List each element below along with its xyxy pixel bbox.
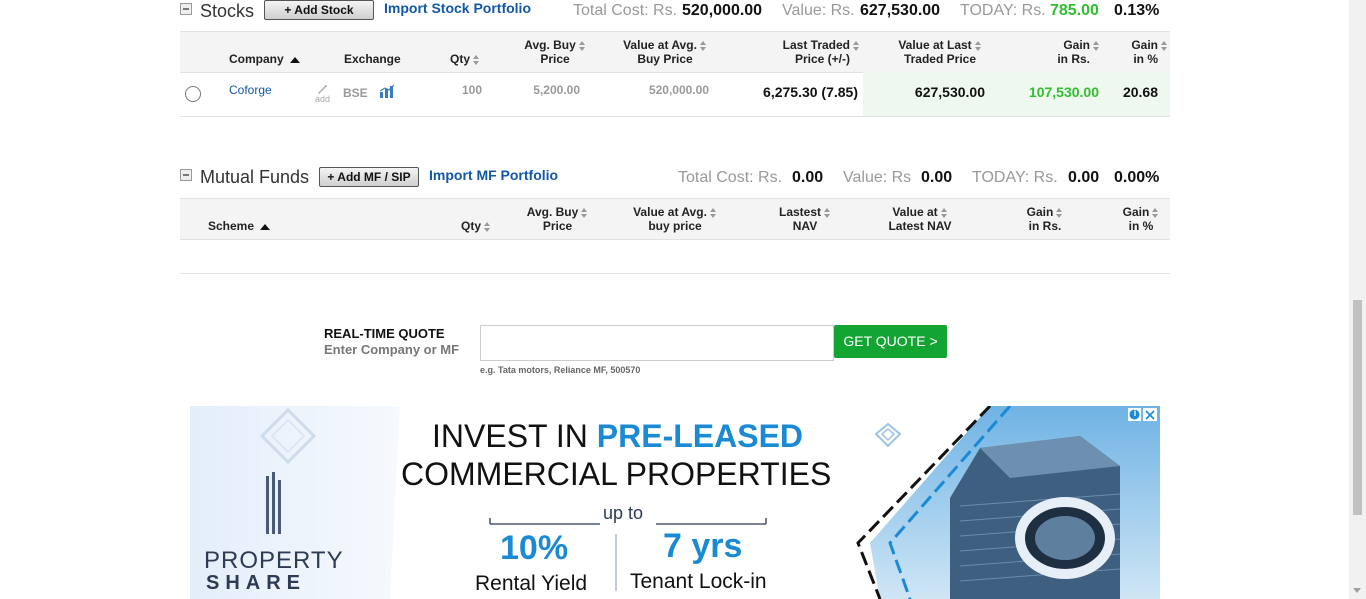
mf-total-cost-label: Total Cost: Rs. (678, 169, 783, 186)
value-avg-value: 520,000.00 (648, 83, 709, 97)
ad-stat2-value: 7 yrs (663, 527, 743, 565)
sort-icon (974, 40, 982, 51)
mf-value-amount: 0.00 (921, 169, 953, 186)
sort-icon (581, 207, 588, 218)
ad-banner[interactable]: i PROPERTY SHARE INVEST IN PRE-LEASED CO… (190, 406, 1160, 599)
col-gain-pct[interactable]: Gain in % (1110, 205, 1172, 233)
exchange-value: BSE (343, 86, 368, 100)
col-company[interactable]: Company (229, 52, 300, 66)
sort-icon (699, 40, 707, 51)
stocks-collapse-toggle[interactable] (180, 3, 192, 15)
sort-icon (853, 40, 860, 51)
stocks-section-title: Stocks (200, 1, 255, 21)
quote-subtitle: Enter Company or MF (324, 342, 460, 357)
sort-icon (1093, 40, 1100, 51)
mf-value-label: Value: Rs (843, 169, 912, 186)
sort-icon (484, 221, 491, 232)
chart-icon[interactable] (379, 84, 395, 98)
mf-table-header: Scheme Qty Avg. Buy Price Value at Avg. bu… (180, 198, 1170, 240)
col-qty[interactable]: Qty (461, 219, 491, 233)
sort-asc-icon (289, 56, 300, 63)
stocks-total-cost-value: 520,000.00 (682, 2, 763, 19)
qty-value: 100 (461, 83, 482, 97)
ad-headline-1: INVEST IN PRE-LEASED (432, 418, 804, 454)
ad-stat2-label: Tenant Lock-in (630, 570, 767, 593)
col-value-avg-buy[interactable]: Value at Avg. buy price (620, 205, 730, 233)
add-mf-sip-button[interactable]: + Add MF / SIP (319, 167, 419, 187)
quote-search-input[interactable] (480, 325, 834, 361)
sort-icon (709, 207, 717, 218)
table-row: Coforge add BSE 100 5,200.00 520,000.00 … (180, 72, 1170, 117)
edit-pencil-icon[interactable] (316, 82, 328, 94)
ad-brand-line1: PROPERTY (204, 547, 344, 574)
quote-title: REAL-TIME QUOTE (324, 326, 445, 341)
scroll-down-arrow-icon[interactable] (1353, 588, 1361, 593)
add-note[interactable]: add (315, 94, 330, 104)
col-gain-rs[interactable]: Gain in Rs. (1010, 205, 1080, 233)
sort-icon (578, 40, 586, 51)
ad-info-icon[interactable]: i (1131, 408, 1139, 418)
sort-asc-icon (260, 223, 271, 230)
sort-icon (940, 207, 948, 218)
sort-icon (473, 54, 480, 65)
gain-pct-value: 20.68 (1122, 84, 1158, 100)
col-qty[interactable]: Qty (450, 52, 480, 66)
avg-buy-value: 5,200.00 (533, 83, 580, 97)
col-scheme[interactable]: Scheme (208, 219, 271, 233)
col-gain-rs[interactable]: Gain in Rs. (1040, 38, 1100, 66)
sort-icon (1056, 207, 1063, 218)
quote-hint: e.g. Tata motors, Reliance MF, 500570 (480, 365, 641, 375)
col-gain-pct[interactable]: Gain in % (1110, 38, 1168, 66)
col-value-avg-buy[interactable]: Value at Avg. Buy Price (610, 38, 720, 66)
ad-close-icon[interactable] (1143, 408, 1157, 421)
col-value-latest-nav[interactable]: Value at Latest NAV (870, 205, 970, 233)
get-quote-button[interactable]: GET QUOTE > (834, 325, 947, 358)
mf-section-title: Mutual Funds (200, 167, 310, 187)
ad-stat1-value: 10% (500, 529, 569, 567)
mf-collapse-toggle[interactable] (180, 169, 192, 181)
page-scrollbar[interactable] (1349, 0, 1366, 599)
value-ltp-value: 627,530.00 (914, 84, 985, 100)
stocks-value-label: Value: Rs. (782, 2, 855, 19)
sort-icon (824, 207, 831, 218)
scrollbar-thumb[interactable] (1353, 300, 1362, 515)
gain-rs-value: 107,530.00 (1028, 84, 1099, 100)
stocks-today-label: TODAY: Rs. (960, 2, 1046, 19)
sort-icon (1152, 207, 1159, 218)
ad-brand-line2: SHARE (206, 572, 307, 594)
import-stock-portfolio-link[interactable]: Import Stock Portfolio (384, 0, 531, 16)
mf-total-cost-value: 0.00 (792, 169, 824, 186)
mf-today-value: 0.00 (1068, 169, 1100, 186)
import-mf-portfolio-link[interactable]: Import MF Portfolio (429, 167, 558, 183)
mf-today-label: TODAY: Rs. (972, 169, 1058, 186)
company-link[interactable]: Coforge (229, 83, 272, 97)
row-select-radio[interactable] (185, 86, 201, 102)
ad-upto: up to (603, 503, 644, 523)
ltp-value: 6,275.30 (7.85) (763, 84, 858, 100)
col-avg-buy-price[interactable]: Avg. Buy Price (510, 205, 605, 233)
stocks-table-header: Company Exchange Qty Avg. Buy Price Value… (180, 31, 1170, 73)
sort-icon (1161, 40, 1168, 51)
mf-today-percent: 0.00% (1114, 169, 1160, 186)
col-last-traded-price[interactable]: Last Traded Price (+/-) (750, 38, 860, 66)
add-stock-button[interactable]: + Add Stock (264, 0, 374, 20)
col-avg-buy-price[interactable]: Avg. Buy Price (510, 38, 600, 66)
ad-headline-2: COMMERCIAL PROPERTIES (401, 456, 832, 492)
stocks-today-percent: 0.13% (1114, 2, 1160, 19)
col-value-last-traded[interactable]: Value at Last Traded Price (880, 38, 1000, 66)
stocks-today-value: 785.00 (1050, 2, 1099, 19)
section-divider (180, 273, 1170, 274)
stocks-total-cost-label: Total Cost: Rs. (573, 2, 678, 19)
col-exchange[interactable]: Exchange (344, 52, 401, 66)
ad-stat1-label: Rental Yield (475, 572, 588, 595)
stocks-value-amount: 627,530.00 (860, 2, 941, 19)
col-latest-nav[interactable]: Lastest NAV (760, 205, 850, 233)
